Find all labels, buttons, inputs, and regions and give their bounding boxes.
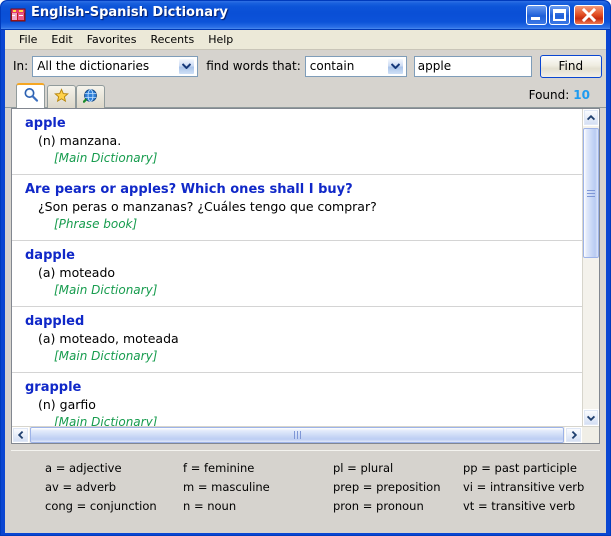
results-panel: apple (n) manzana. [Main Dictionary] Are… [11, 108, 600, 444]
legend-line: cong = conjunction [45, 499, 157, 513]
chevron-right-icon [571, 431, 577, 439]
scroll-up-button[interactable] [583, 109, 599, 126]
maximize-button[interactable] [549, 5, 570, 25]
entry-headword[interactable]: Are pears or apples? Which ones shall I … [12, 181, 582, 198]
found-label-text: Found: [528, 88, 570, 102]
vertical-scrollbar-thumb[interactable] [583, 128, 599, 258]
entry-headword[interactable]: dappled [12, 313, 582, 330]
tab-strip: Found: 10 [5, 82, 606, 108]
title-bar: English-Spanish Dictionary [1, 1, 610, 30]
scroll-left-button[interactable] [12, 427, 29, 443]
match-mode-select[interactable]: contain [304, 55, 407, 77]
search-input[interactable] [413, 55, 532, 77]
entry-headword[interactable]: dapple [12, 247, 582, 264]
tab-favorites[interactable] [47, 85, 76, 108]
globe-icon [82, 88, 98, 107]
entry-source: [Main Dictionary] [54, 151, 158, 165]
entry-definition: ¿Son peras o manzanas? ¿Cuáles tengo que… [38, 199, 377, 214]
dictionary-app-icon [10, 7, 26, 23]
dictionary-select[interactable]: All the dictionaries [32, 55, 199, 77]
match-mode-select-value: contain [309, 59, 355, 73]
list-item[interactable]: dapple (a) moteado [Main Dictionary] [12, 241, 582, 307]
legend-line: pp = past participle [463, 461, 577, 475]
maximize-icon [553, 9, 566, 21]
entry-source: [Phrase book] [54, 217, 138, 231]
legend-column-2: f = feminine m = masculine n = noun [183, 459, 270, 516]
list-item[interactable]: Are pears or apples? Which ones shall I … [12, 175, 582, 241]
found-count: 10 [573, 88, 590, 102]
vertical-scrollbar[interactable] [582, 109, 599, 426]
menu-item-recents[interactable]: Recents [143, 31, 201, 48]
results-list[interactable]: apple (n) manzana. [Main Dictionary] Are… [12, 109, 582, 426]
legend-column-3: pl = plural prep = preposition pron = pr… [333, 459, 441, 516]
scrollbar-corner [582, 427, 599, 443]
find-words-that-label: find words that: [206, 59, 301, 73]
star-icon [54, 87, 69, 107]
window-title: English-Spanish Dictionary [31, 5, 228, 20]
search-toolbar: In: All the dictionaries find words that… [5, 50, 606, 82]
entry-definition: (a) moteado [38, 265, 116, 280]
legend-line: prep = preposition [333, 480, 441, 494]
client-area: File Edit Favorites Recents Help In: All… [5, 30, 606, 533]
legend-column-1: a = adjective av = adverb cong = conjunc… [45, 459, 157, 516]
menu-item-favorites[interactable]: Favorites [80, 31, 144, 48]
grip-icon [293, 431, 301, 439]
menu-item-file[interactable]: File [12, 31, 44, 48]
entry-source: [Main Dictionary] [54, 349, 158, 363]
menu-bar: File Edit Favorites Recents Help [5, 30, 606, 50]
entry-definition: (n) garfio [38, 397, 96, 412]
magnifier-icon [23, 87, 39, 107]
legend-line: n = noun [183, 499, 237, 513]
legend-line: pron = pronoun [333, 499, 424, 513]
legend-line: vt = transitive verb [463, 499, 576, 513]
found-status: Found: 10 [529, 88, 590, 102]
entry-headword[interactable]: apple [12, 115, 582, 132]
close-icon [581, 7, 597, 23]
horizontal-scrollbar-thumb[interactable] [30, 427, 564, 443]
chevron-down-icon [178, 57, 196, 75]
dictionary-select-value: All the dictionaries [37, 59, 150, 73]
list-item[interactable]: dappled (a) moteado, moteada [Main Dicti… [12, 307, 582, 373]
scroll-right-button[interactable] [565, 427, 582, 443]
abbreviation-legend: a = adjective av = adverb cong = conjunc… [11, 450, 600, 514]
legend-line: m = masculine [183, 480, 270, 494]
tab-search[interactable] [16, 83, 45, 108]
chevron-left-icon [17, 431, 23, 439]
chevron-down-icon [386, 57, 404, 75]
close-button[interactable] [574, 5, 604, 25]
chevron-up-icon [587, 114, 595, 120]
legend-column-4: pp = past participle vi = intransitive v… [463, 459, 584, 516]
menu-item-edit[interactable]: Edit [44, 31, 79, 48]
tab-web[interactable] [76, 85, 105, 108]
grip-icon [587, 189, 595, 197]
chevron-down-icon [587, 415, 595, 421]
entry-source: [Main Dictionary] [54, 415, 158, 426]
list-item[interactable]: grapple (n) garfio [Main Dictionary] [12, 373, 582, 426]
list-item[interactable]: apple (n) manzana. [Main Dictionary] [12, 109, 582, 175]
menu-item-help[interactable]: Help [201, 31, 240, 48]
legend-line: pl = plural [333, 461, 394, 475]
entry-headword[interactable]: grapple [12, 379, 582, 396]
entry-definition: (n) manzana. [38, 133, 122, 148]
entry-definition: (a) moteado, moteada [38, 331, 179, 346]
scroll-down-button[interactable] [583, 409, 599, 426]
minimize-icon [531, 17, 540, 20]
legend-line: a = adjective [45, 461, 122, 475]
horizontal-scrollbar[interactable] [12, 426, 599, 443]
in-label: In: [13, 59, 29, 73]
entry-source: [Main Dictionary] [54, 283, 158, 297]
legend-line: av = adverb [45, 480, 117, 494]
minimize-button[interactable] [526, 5, 547, 25]
find-button[interactable]: Find [539, 54, 602, 78]
legend-line: vi = intransitive verb [463, 480, 585, 494]
legend-line: f = feminine [183, 461, 255, 475]
application-window: English-Spanish Dictionary File Edit Fav… [0, 0, 611, 536]
